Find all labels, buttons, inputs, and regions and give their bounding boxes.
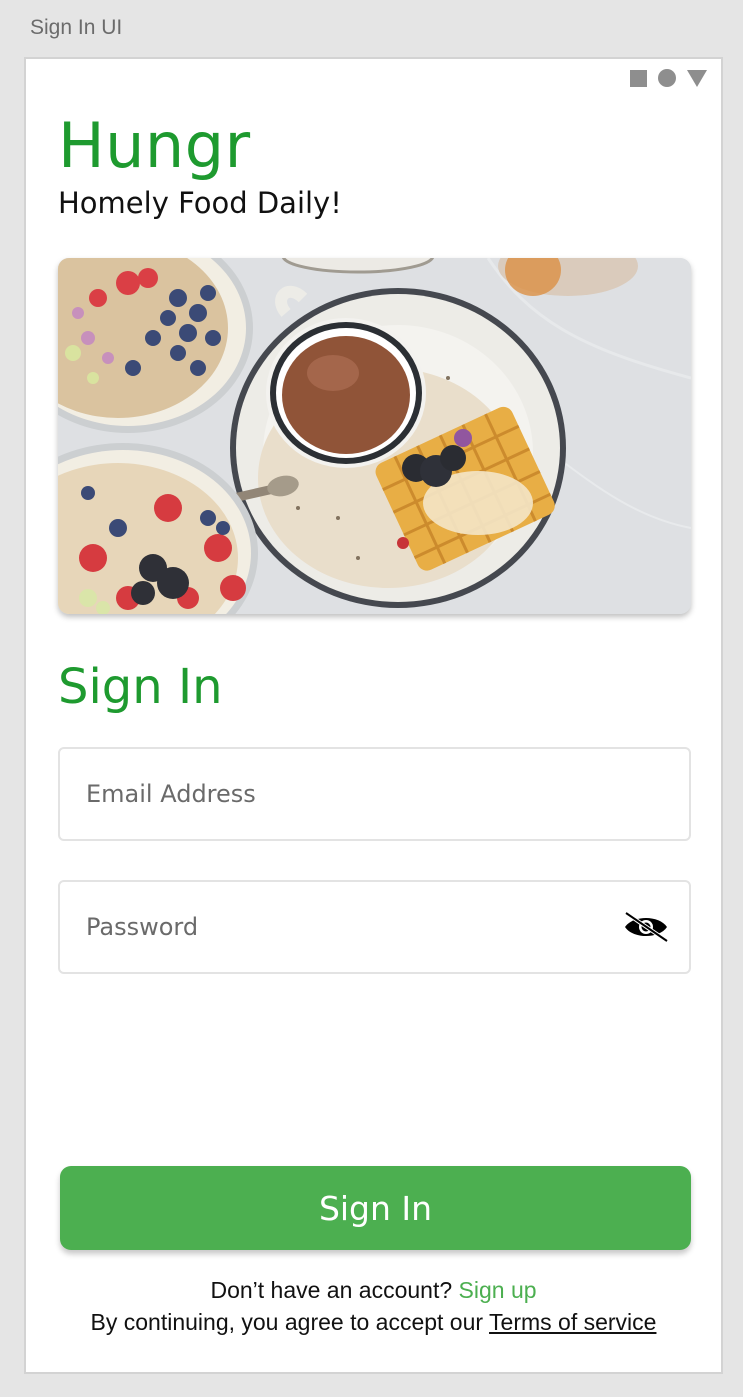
hero-image xyxy=(58,258,691,614)
brand-name: Hungr xyxy=(58,109,251,182)
sign-in-button[interactable]: Sign In xyxy=(60,1166,691,1250)
status-bar xyxy=(630,69,707,87)
phone-screen: Hungr Homely Food Daily! Sign In Email A… xyxy=(24,57,723,1374)
email-input[interactable] xyxy=(60,749,689,839)
sign-in-heading: Sign In xyxy=(58,659,223,715)
password-input[interactable] xyxy=(60,882,689,972)
breakfast-food-photo xyxy=(58,258,691,614)
terms-prefix: By continuing, you agree to accept our xyxy=(90,1309,484,1335)
footer: Don’t have an account? Sign up By contin… xyxy=(26,1274,721,1338)
square-icon xyxy=(630,69,647,87)
no-account-text: Don’t have an account? xyxy=(210,1277,453,1303)
triangle-icon xyxy=(687,69,707,87)
circle-icon xyxy=(658,69,676,87)
terms-of-service-link[interactable]: Terms of service xyxy=(489,1309,656,1335)
terms-line: By continuing, you agree to accept our T… xyxy=(26,1306,721,1338)
password-field xyxy=(58,880,691,974)
signup-prompt: Don’t have an account? Sign up xyxy=(26,1274,721,1306)
email-field xyxy=(58,747,691,841)
frame-title: Sign In UI xyxy=(30,16,123,39)
sign-up-link[interactable]: Sign up xyxy=(459,1277,537,1303)
brand-tagline: Homely Food Daily! xyxy=(58,186,342,220)
eye-slash-icon[interactable] xyxy=(623,910,669,944)
